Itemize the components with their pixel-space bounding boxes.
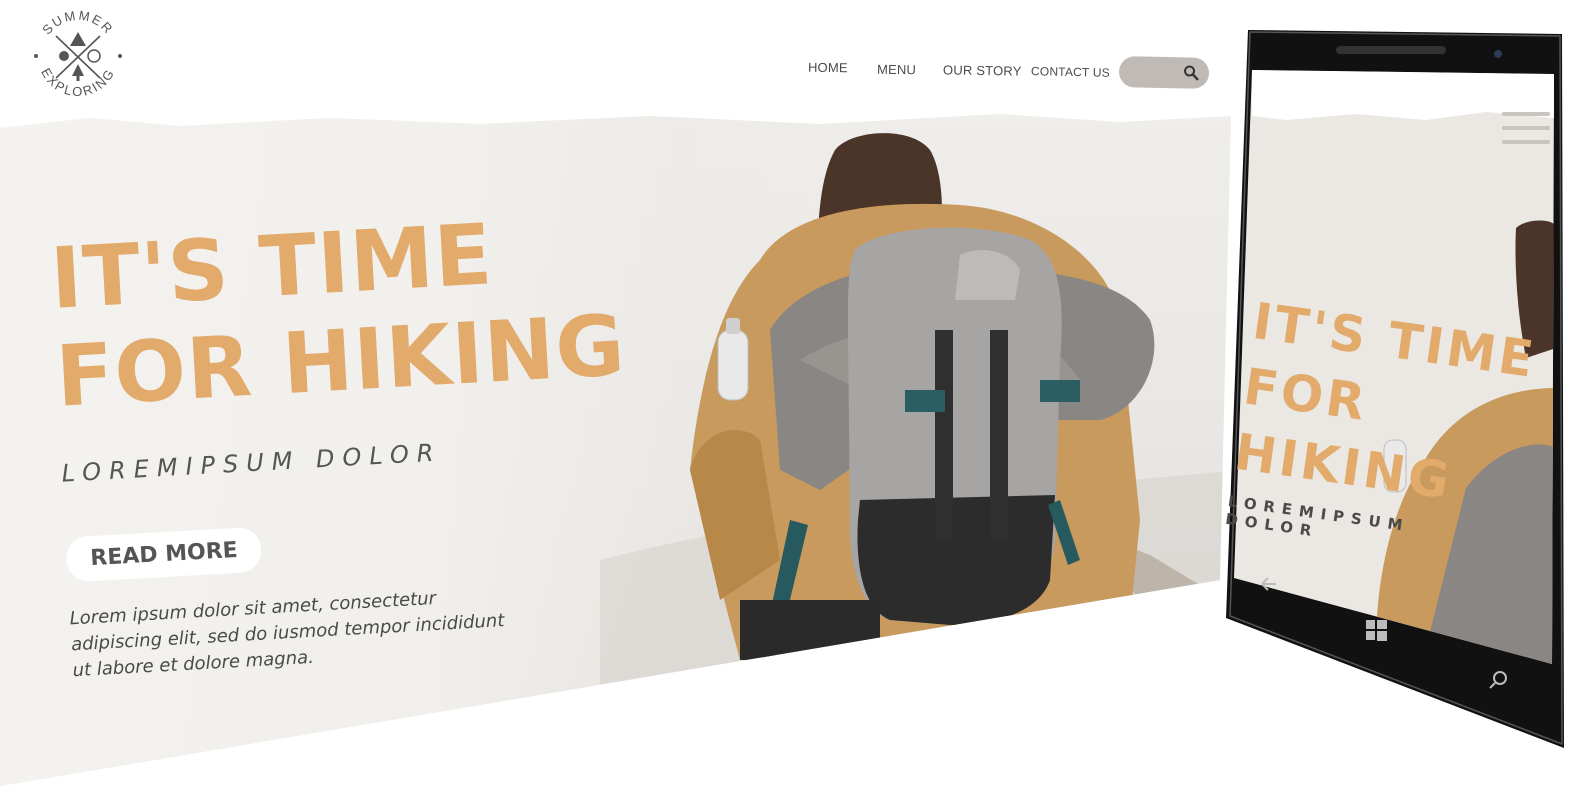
search-icon[interactable]: [1183, 64, 1199, 81]
desktop-mockup: SUMMER EXPLORING HOME MENU OUR STORY CON…: [0, 0, 1240, 786]
hero-subtitle: LOREMIPSUM DOLOR: [60, 438, 443, 488]
search-input[interactable]: [1118, 56, 1210, 89]
phone-hero-text: IT'S TIME FOR HIKING LOREMIPSUM DOLOR: [1224, 288, 1540, 567]
summer-exploring-logo: SUMMER EXPLORING: [34, 8, 122, 99]
nav-our-story[interactable]: OUR STORY: [943, 62, 1022, 78]
hero-text-block: IT'S TIME FOR HIKING LOREMIPSUM DOLOR RE…: [48, 198, 642, 684]
read-more-button[interactable]: READ MORE: [65, 526, 263, 583]
phone-speaker: [1336, 46, 1446, 54]
nav-contact-us[interactable]: CONTACT US: [1031, 64, 1110, 80]
mockup-stage: SUMMER EXPLORING HOME MENU OUR STORY CON…: [0, 0, 1579, 786]
nav-menu[interactable]: MENU: [877, 62, 916, 78]
phone-mockup: IT'S TIME FOR HIKING LOREMIPSUM DOLOR: [1224, 28, 1566, 748]
nav-home[interactable]: HOME: [808, 60, 848, 75]
phone-camera: [1494, 50, 1502, 58]
